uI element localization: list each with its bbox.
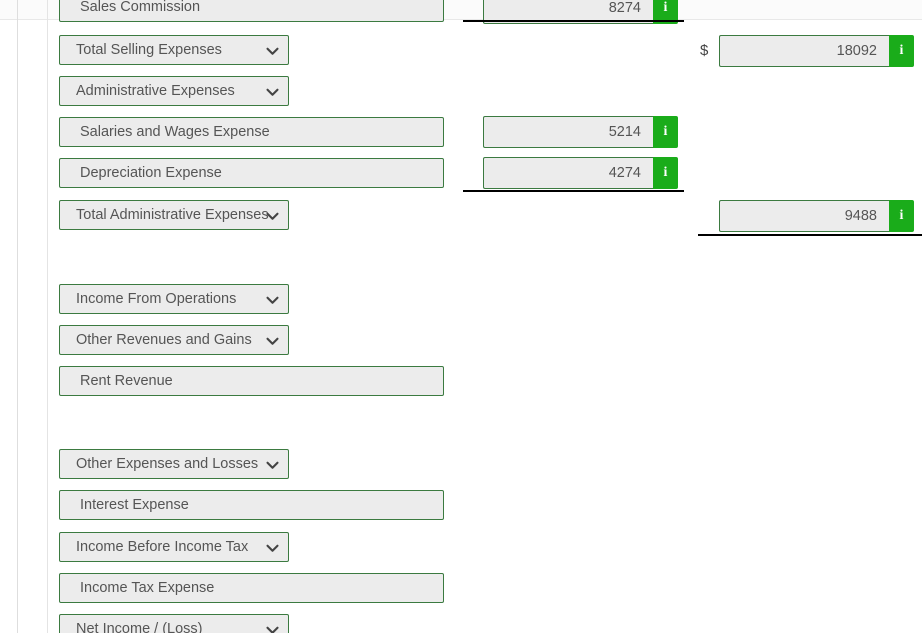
subtotal-rule-operations	[698, 234, 922, 236]
label-text: Total Administrative Expenses	[76, 207, 269, 223]
label-text: Income From Operations	[76, 291, 237, 307]
label-text: Depreciation Expense	[80, 165, 222, 181]
chevron-down-icon	[265, 326, 279, 354]
chevron-down-icon	[265, 285, 279, 313]
row-label-income-tax-expense[interactable]: Income Tax Expense	[59, 573, 444, 603]
row-select-income-before-income-tax[interactable]: Income Before Income Tax	[59, 532, 289, 562]
chevron-down-icon	[265, 77, 279, 105]
label-text: Administrative Expenses	[76, 83, 235, 99]
row-select-net-income-loss[interactable]: Net Income / (Loss)	[59, 614, 289, 633]
label-text: Other Expenses and Losses	[76, 456, 259, 472]
label-text: Salaries and Wages Expense	[80, 124, 270, 140]
currency-symbol-selling: $	[700, 42, 709, 59]
row-select-other-expenses-and-losses[interactable]: Other Expenses and Losses	[59, 449, 289, 479]
info-icon[interactable]: i	[889, 200, 914, 232]
label-text: Interest Expense	[80, 497, 189, 513]
row-value-salaries-and-wages-expense: 5214 i	[483, 116, 678, 148]
row-value-total-administrative-expenses: 9488 i	[719, 200, 914, 232]
amount-input[interactable]: 9488	[719, 200, 889, 232]
row-value-depreciation-expense: 4274 i	[483, 157, 678, 189]
label-text: Rent Revenue	[80, 373, 173, 389]
row-select-total-selling-expenses[interactable]: Total Selling Expenses	[59, 35, 289, 65]
row-select-total-administrative-expenses[interactable]: Total Administrative Expenses	[59, 200, 289, 230]
info-icon[interactable]: i	[889, 35, 914, 67]
label-text: Other Revenues and Gains	[76, 332, 252, 348]
amount-input[interactable]: 5214	[483, 116, 653, 148]
row-label-salaries-and-wages-expense[interactable]: Salaries and Wages Expense	[59, 117, 444, 147]
label-text: Net Income / (Loss)	[76, 621, 203, 633]
label-text: Total Selling Expenses	[76, 42, 222, 58]
income-statement-form: Sales Commission 8274 i Total Selling Ex…	[0, 0, 922, 633]
label-text: Income Tax Expense	[80, 580, 215, 596]
info-icon[interactable]: i	[653, 157, 678, 189]
info-icon[interactable]: i	[653, 116, 678, 148]
row-select-administrative-expenses[interactable]: Administrative Expenses	[59, 76, 289, 106]
panel-inner-edge	[47, 0, 48, 633]
label-text: Income Before Income Tax	[76, 539, 249, 555]
row-select-other-revenues-and-gains[interactable]: Other Revenues and Gains	[59, 325, 289, 355]
row-label-interest-expense[interactable]: Interest Expense	[59, 490, 444, 520]
chevron-down-icon	[265, 450, 279, 478]
subtotal-rule-selling	[463, 20, 684, 22]
amount-input[interactable]: 18092	[719, 35, 889, 67]
panel-left-edge	[17, 0, 18, 633]
amount-input[interactable]: 4274	[483, 157, 653, 189]
row-label-sales-commission[interactable]: Sales Commission	[59, 0, 444, 22]
chevron-down-icon	[265, 36, 279, 64]
row-value-total-selling-expenses: 18092 i	[719, 35, 914, 67]
subtotal-rule-administrative	[463, 190, 684, 192]
label-text: Sales Commission	[80, 0, 201, 15]
chevron-down-icon	[265, 615, 279, 633]
row-label-depreciation-expense[interactable]: Depreciation Expense	[59, 158, 444, 188]
row-select-income-from-operations[interactable]: Income From Operations	[59, 284, 289, 314]
chevron-down-icon	[265, 533, 279, 561]
row-label-rent-revenue[interactable]: Rent Revenue	[59, 366, 444, 396]
